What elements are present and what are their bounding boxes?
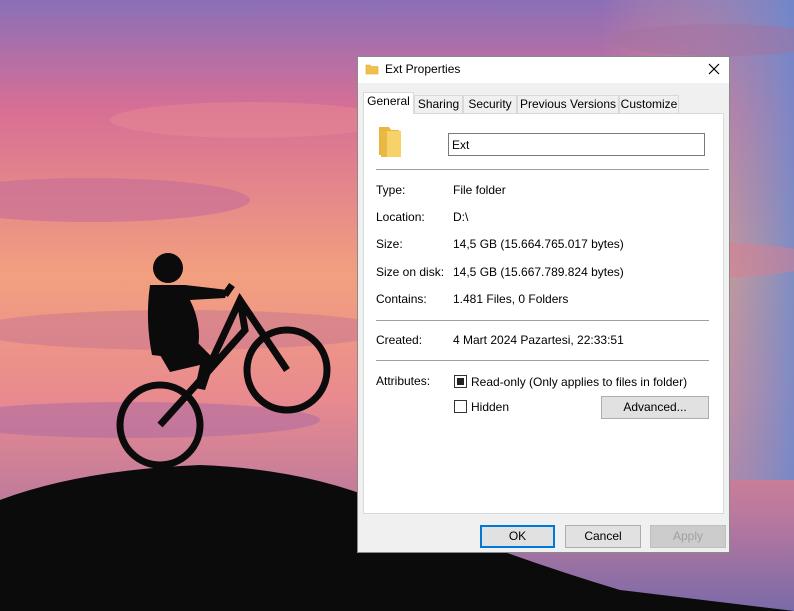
tab-general[interactable]: General <box>363 92 414 114</box>
advanced-button[interactable]: Advanced... <box>601 396 709 419</box>
window-title: Ext Properties <box>385 62 461 76</box>
size-label: Size: <box>376 237 403 251</box>
separator <box>376 360 709 361</box>
hidden-checkbox[interactable] <box>454 400 467 413</box>
folder-icon <box>365 62 379 79</box>
type-label: Type: <box>376 183 406 197</box>
tab-customize[interactable]: Customize <box>619 95 679 113</box>
ok-button[interactable]: OK <box>480 525 555 548</box>
hidden-label[interactable]: Hidden <box>471 400 509 414</box>
title-bar: Ext Properties <box>358 57 729 83</box>
contains-label: Contains: <box>376 292 427 306</box>
general-panel <box>363 113 724 514</box>
indeterminate-mark <box>457 378 464 385</box>
close-icon <box>708 63 720 75</box>
separator <box>376 169 709 170</box>
folder-name-input[interactable] <box>448 133 705 156</box>
location-label: Location: <box>376 210 425 224</box>
properties-dialog: Ext Properties General Sharing Security … <box>357 56 730 553</box>
cancel-button[interactable]: Cancel <box>565 525 641 548</box>
separator <box>376 320 709 321</box>
attributes-label: Attributes: <box>376 374 431 388</box>
contains-value: 1.481 Files, 0 Folders <box>453 292 569 306</box>
location-value: D:\ <box>453 210 469 224</box>
tab-previous-versions[interactable]: Previous Versions <box>517 95 619 113</box>
close-button[interactable] <box>699 57 729 81</box>
created-value: 4 Mart 2024 Pazartesi, 22:33:51 <box>453 333 624 347</box>
apply-button[interactable]: Apply <box>650 525 726 548</box>
folder-large-icon <box>375 125 405 162</box>
readonly-checkbox[interactable] <box>454 375 467 388</box>
size-on-disk-label: Size on disk: <box>376 265 445 279</box>
tab-security[interactable]: Security <box>463 95 517 113</box>
tab-sharing[interactable]: Sharing <box>414 95 463 113</box>
readonly-label[interactable]: Read-only (Only applies to files in fold… <box>471 375 687 389</box>
created-label: Created: <box>376 333 423 347</box>
size-on-disk-value: 14,5 GB (15.667.789.824 bytes) <box>453 265 624 279</box>
size-value: 14,5 GB (15.664.765.017 bytes) <box>453 237 624 251</box>
type-value: File folder <box>453 183 506 197</box>
